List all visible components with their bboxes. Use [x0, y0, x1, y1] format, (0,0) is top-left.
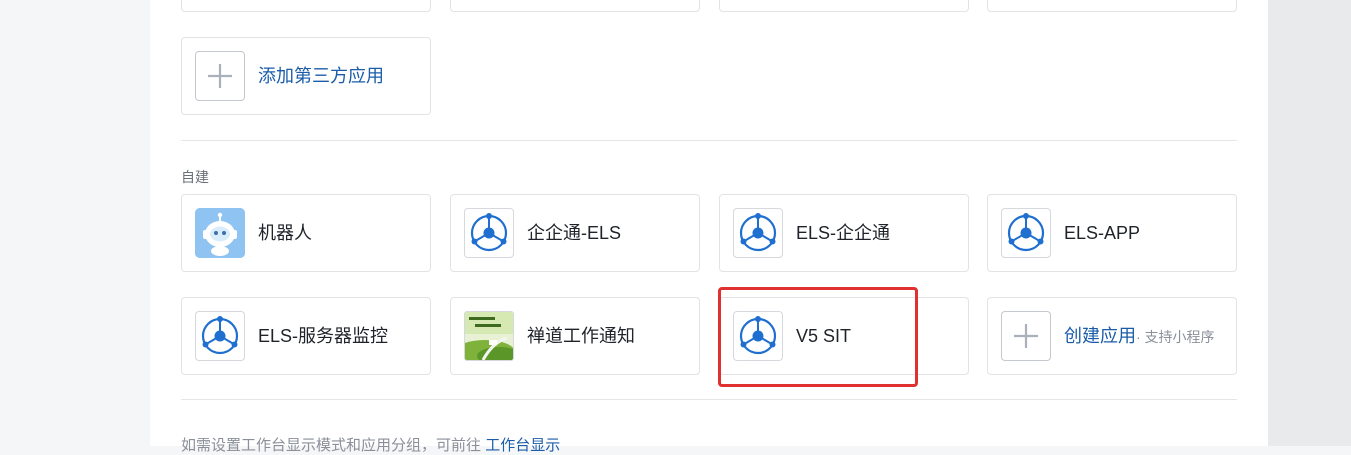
app-card-els-server-monitor[interactable]: ELS-服务器监控	[181, 297, 431, 375]
right-gutter	[1268, 0, 1351, 446]
app-card-zentao-notice[interactable]: 禅道工作通知	[450, 297, 700, 375]
app-card-robot[interactable]: 机器人	[181, 194, 431, 272]
app-label: ELS-企企通	[796, 223, 891, 243]
app-card-els-app[interactable]: ELS-APP	[987, 194, 1237, 272]
els-logo-icon	[464, 208, 514, 258]
footer-hint: 如需设置工作台显示模式和应用分组，可前往 工作台显示	[181, 434, 560, 455]
els-logo-icon	[195, 311, 245, 361]
create-app-button[interactable]: 创建应用· 支持小程序	[987, 297, 1237, 375]
els-logo-icon	[733, 208, 783, 258]
els-logo-icon	[1001, 208, 1051, 258]
app-label: 禅道工作通知	[527, 326, 635, 346]
section-divider	[181, 140, 1237, 141]
section-divider	[181, 399, 1237, 400]
app-label: ELS-APP	[1064, 223, 1141, 243]
app-label: ELS-服务器监控	[258, 326, 389, 346]
plus-icon	[195, 51, 245, 101]
create-app-label: 创建应用· 支持小程序	[1064, 298, 1215, 374]
els-logo-icon	[733, 311, 783, 361]
plus-icon	[1001, 311, 1051, 361]
add-third-party-app-button[interactable]: 添加第三方应用	[181, 37, 431, 115]
app-label: V5 SIT	[796, 326, 852, 346]
app-card-partial[interactable]	[987, 0, 1237, 12]
app-card-els-qiqitong[interactable]: ELS-企企通	[719, 194, 969, 272]
app-label: 机器人	[258, 223, 312, 243]
zentao-photo-icon	[464, 311, 514, 361]
create-app-subtext: · 支持小程序	[1136, 329, 1215, 345]
app-card-partial[interactable]	[719, 0, 969, 12]
app-card-qiqitong-els[interactable]: 企企通-ELS	[450, 194, 700, 272]
create-app-text: 创建应用	[1064, 326, 1136, 346]
app-card-partial[interactable]	[450, 0, 700, 12]
robot-icon	[195, 208, 245, 258]
app-label: 企企通-ELS	[527, 223, 622, 243]
section-title-self-built: 自建	[181, 169, 209, 185]
add-third-party-label: 添加第三方应用	[258, 66, 384, 86]
app-card-v5-sit[interactable]: V5 SIT	[719, 297, 969, 375]
app-card-partial[interactable]	[181, 0, 431, 12]
